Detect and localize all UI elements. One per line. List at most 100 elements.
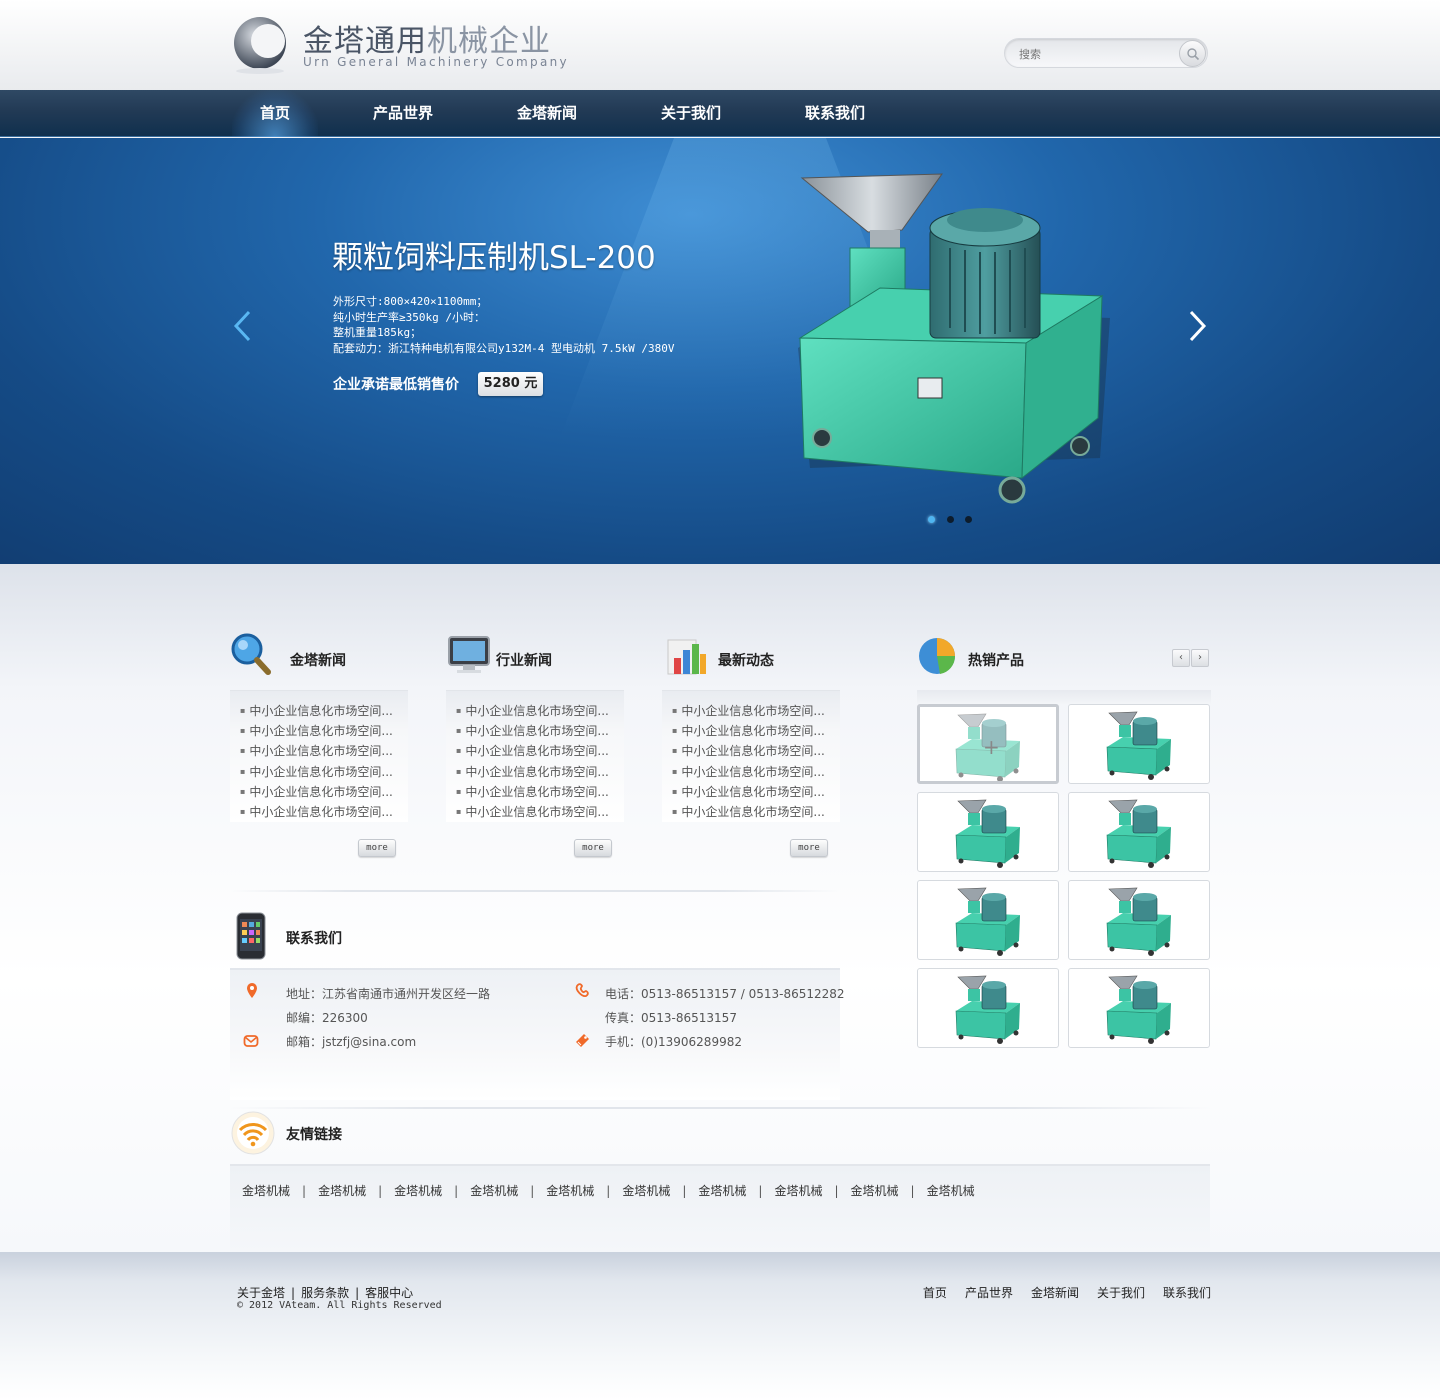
news-item[interactable]: 中小企业信息化市场空间... xyxy=(240,721,408,741)
news-item[interactable]: 中小企业信息化市场空间... xyxy=(240,802,408,822)
footer-nav-news[interactable]: 金塔新闻 xyxy=(1031,1286,1079,1300)
search-icon xyxy=(1186,47,1199,60)
more-button[interactable]: more xyxy=(358,839,396,857)
search-input[interactable] xyxy=(1019,45,1169,63)
news-item[interactable]: 中小企业信息化市场空间... xyxy=(456,802,624,822)
contact-email[interactable]: 邮箱：jstzfj@sina.com xyxy=(286,1033,416,1050)
news-item[interactable]: 中小企业信息化市场空间... xyxy=(456,741,624,761)
friend-link[interactable]: 金塔机械 xyxy=(546,1184,594,1198)
banner-specs: 外形尺寸:800×420×1100mm； 纯小时生产率≥350kg /小时： 整… xyxy=(333,294,674,356)
location-pin-icon xyxy=(247,983,257,998)
latest-news-list: 中小企业信息化市场空间... 中小企业信息化市场空间... 中小企业信息化市场空… xyxy=(662,690,840,822)
spec-line: 配套动力：浙江特种电机有限公司y132M-4 型电动机 7.5kW /380V xyxy=(333,341,675,355)
friend-link[interactable]: 金塔机械 xyxy=(774,1184,822,1198)
price-badge: 5280 元 xyxy=(478,372,543,396)
logo-icon xyxy=(234,17,286,74)
news-item[interactable]: 中小企业信息化市场空间... xyxy=(240,741,408,761)
footer-nav-about[interactable]: 关于我们 xyxy=(1097,1286,1145,1300)
friend-link[interactable]: 金塔机械 xyxy=(927,1184,975,1198)
nav-news[interactable]: 金塔新闻 xyxy=(502,90,592,137)
spec-line: 纯小时生产率≥350kg /小时： xyxy=(333,310,485,324)
hot-product-thumb[interactable] xyxy=(917,968,1059,1048)
nav-contact[interactable]: 联系我们 xyxy=(790,90,880,137)
news-item[interactable]: 中小企业信息化市场空间... xyxy=(456,701,624,721)
friend-link[interactable]: 金塔机械 xyxy=(622,1184,670,1198)
news-item[interactable]: 中小企业信息化市场空间... xyxy=(456,762,624,782)
logo-subtitle: Urn General Machinery Company xyxy=(303,55,569,69)
mobile-tag-icon xyxy=(576,1034,589,1047)
next-slide-button[interactable] xyxy=(1184,308,1210,344)
phone-icon xyxy=(236,912,266,960)
spec-line: 外形尺寸:800×420×1100mm； xyxy=(333,295,488,308)
footer-link-service[interactable]: 客服中心 xyxy=(365,1286,413,1300)
footer-link-terms[interactable]: 服务条款 xyxy=(301,1286,349,1300)
news-item[interactable]: 中小企业信息化市场空间... xyxy=(672,721,840,741)
footer-nav-products[interactable]: 产品世界 xyxy=(965,1286,1013,1300)
slide-dot[interactable] xyxy=(928,516,935,523)
machine-thumb-icon xyxy=(955,975,1020,1044)
hot-next-button[interactable]: › xyxy=(1191,649,1209,667)
more-button[interactable]: more xyxy=(574,839,612,857)
news-item[interactable]: 中小企业信息化市场空间... xyxy=(240,701,408,721)
search-button[interactable] xyxy=(1179,40,1206,67)
prev-slide-button[interactable] xyxy=(230,308,256,344)
column-title: 最新动态 xyxy=(718,653,774,669)
friend-link[interactable]: 金塔机械 xyxy=(394,1184,442,1198)
news-item[interactable]: 中小企业信息化市场空间... xyxy=(240,782,408,802)
pellet-machine-image xyxy=(798,173,1110,504)
machine-thumb-icon xyxy=(1106,975,1171,1044)
friend-link[interactable]: 金塔机械 xyxy=(470,1184,518,1198)
hot-products-header-bar xyxy=(917,690,1211,704)
telephone-icon xyxy=(575,983,589,997)
contact-phone: 电话：0513-86513157 / 0513-86512282 xyxy=(605,987,845,1001)
more-button[interactable]: more xyxy=(790,839,828,857)
link-separator: | xyxy=(834,1184,839,1198)
machine-thumb-icon xyxy=(1106,887,1171,956)
slide-dot[interactable] xyxy=(947,516,954,523)
column-title: 金塔新闻 xyxy=(290,653,346,669)
footer-link-about[interactable]: 关于金塔 xyxy=(237,1286,285,1300)
hot-prev-button[interactable]: ‹ xyxy=(1172,649,1190,667)
contact-mobile: 手机：(0)13906289982 xyxy=(605,1035,742,1049)
nav-about[interactable]: 关于我们 xyxy=(646,90,736,137)
hot-product-thumb[interactable] xyxy=(917,880,1059,960)
news-item[interactable]: 中小企业信息化市场空间... xyxy=(672,782,840,802)
news-item[interactable]: 中小企业信息化市场空间... xyxy=(240,762,408,782)
site-header: 金塔通用机械企业 Urn General Machinery Company xyxy=(0,0,1440,90)
site-footer: 关于金塔 | 服务条款 | 客服中心 © 2012 VAteam. All Rights… xyxy=(0,1252,1440,1400)
nav-home[interactable]: 首页 xyxy=(232,90,318,137)
machine-thumb-icon xyxy=(955,887,1020,956)
hot-product-thumb[interactable] xyxy=(1068,704,1210,784)
monitor-icon xyxy=(448,636,490,673)
hot-product-thumb[interactable]: + xyxy=(917,704,1059,784)
news-item[interactable]: 中小企业信息化市场空间... xyxy=(672,802,840,822)
news-item[interactable]: 中小企业信息化市场空间... xyxy=(672,701,840,721)
hot-product-thumb[interactable] xyxy=(1068,968,1210,1048)
friend-link[interactable]: 金塔机械 xyxy=(851,1184,899,1198)
link-separator: | xyxy=(606,1184,611,1198)
news-item[interactable]: 中小企业信息化市场空间... xyxy=(672,762,840,782)
spec-line: 整机重量185kg； xyxy=(333,326,422,339)
footer-nav-contact[interactable]: 联系我们 xyxy=(1163,1286,1211,1300)
news-item[interactable]: 中小企业信息化市场空间... xyxy=(456,782,624,802)
friend-link[interactable]: 金塔机械 xyxy=(698,1184,746,1198)
slide-dot[interactable] xyxy=(965,516,972,523)
footer-nav-home[interactable]: 首页 xyxy=(923,1286,947,1300)
hero-banner: 颗粒饲料压制机SL-200 外形尺寸:800×420×1100mm； 纯小时生产… xyxy=(0,138,1440,564)
news-item[interactable]: 中小企业信息化市场空间... xyxy=(456,721,624,741)
footer-links: 关于金塔 | 服务条款 | 客服中心 xyxy=(237,1286,414,1300)
hot-products-title: 热销产品 xyxy=(968,653,1024,669)
link-separator: | xyxy=(682,1184,687,1198)
friend-link[interactable]: 金塔机械 xyxy=(242,1184,290,1198)
contact-fax: 传真：0513-86513157 xyxy=(605,1011,737,1025)
contact-title: 联系我们 xyxy=(286,931,342,947)
link-separator: | xyxy=(302,1184,307,1198)
link-separator: | xyxy=(378,1184,383,1198)
hot-product-thumb[interactable] xyxy=(1068,880,1210,960)
hot-product-thumb[interactable] xyxy=(1068,792,1210,872)
hot-products-grid: + xyxy=(917,704,1211,1050)
news-item[interactable]: 中小企业信息化市场空间... xyxy=(672,741,840,761)
hot-product-thumb[interactable] xyxy=(917,792,1059,872)
friend-link[interactable]: 金塔机械 xyxy=(318,1184,366,1198)
nav-products[interactable]: 产品世界 xyxy=(358,90,448,137)
